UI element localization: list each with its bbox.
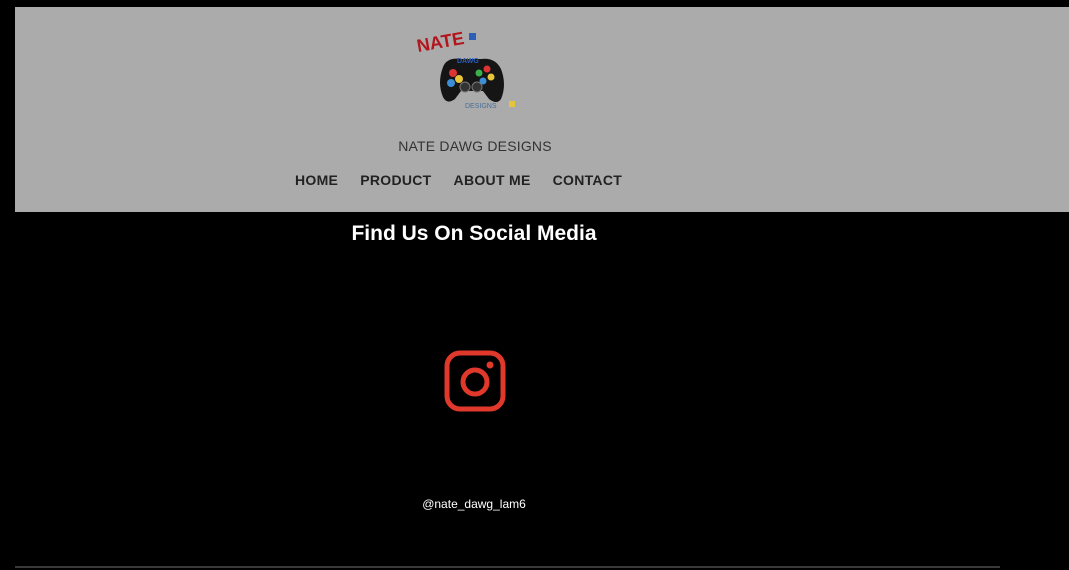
- social-title: Find Us On Social Media: [351, 222, 597, 245]
- main-nav: HOME PRODUCT ABOUT ME CONTACT: [295, 172, 622, 188]
- instagram-icon[interactable]: [444, 350, 506, 412]
- nav-product[interactable]: PRODUCT: [360, 172, 431, 188]
- nav-contact[interactable]: CONTACT: [553, 172, 623, 188]
- site-header: NATE DAWG DESIGNS NATE DAWG DESIGNS HOME…: [15, 7, 1069, 212]
- logo-text-nate: NATE: [415, 28, 465, 56]
- logo-accent: [469, 33, 476, 40]
- footer-divider: [15, 566, 1000, 568]
- page: NATE DAWG DESIGNS NATE DAWG DESIGNS HOME…: [0, 0, 1069, 570]
- logo[interactable]: NATE DAWG DESIGNS: [415, 25, 525, 115]
- site-name: NATE DAWG DESIGNS: [398, 138, 552, 154]
- logo-text-designs: DESIGNS: [465, 103, 497, 110]
- nav-about-me[interactable]: ABOUT ME: [454, 172, 531, 188]
- instagram-handle[interactable]: @nate_dawg_lam6: [0, 497, 948, 511]
- nav-home[interactable]: HOME: [295, 172, 338, 188]
- logo-text-dawg: DAWG: [457, 58, 479, 65]
